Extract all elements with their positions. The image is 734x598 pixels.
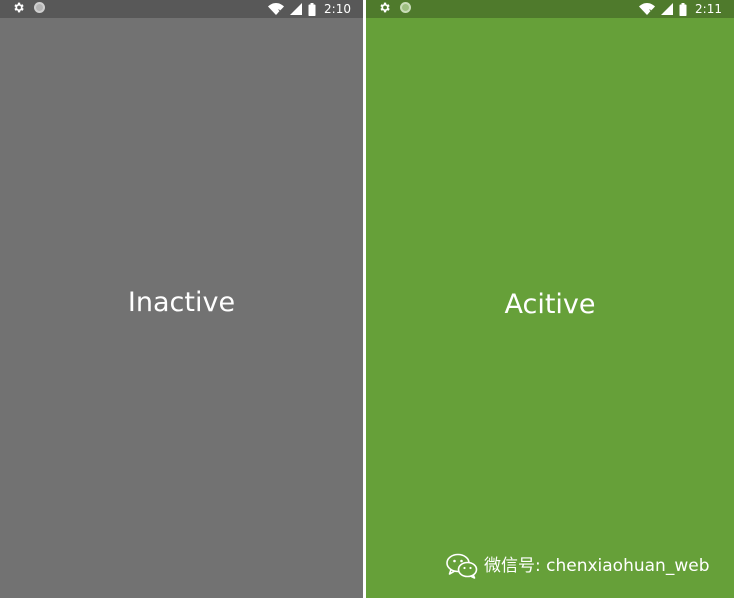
- inactive-screen: 2:10 Inactive: [0, 0, 363, 598]
- signal-icon: [290, 3, 303, 15]
- wechat-icon: [446, 553, 478, 579]
- status-bar: 2:11: [366, 0, 734, 18]
- wechat-watermark: 微信号: chenxiaohuan_web: [446, 553, 709, 579]
- state-label: Inactive: [127, 287, 236, 318]
- status-bar: 2:10: [0, 0, 363, 18]
- active-screen: 2:11 Acitive 微信号: chenxiaohuan_web: [366, 0, 734, 598]
- battery-icon: [679, 2, 687, 16]
- comparison-screenshot: 2:10 Inactive 2:11 Acitive 微信号: chenxiao…: [0, 0, 734, 598]
- status-time: 2:10: [324, 2, 351, 16]
- gear-icon: [378, 1, 391, 14]
- status-time: 2:11: [695, 2, 722, 16]
- notification-dot-icon: [33, 1, 46, 14]
- state-label: Acitive: [504, 289, 596, 320]
- signal-icon: [661, 3, 674, 15]
- gear-icon: [12, 1, 25, 14]
- notification-dot-icon: [399, 1, 412, 14]
- watermark-text: 微信号: chenxiaohuan_web: [484, 556, 710, 576]
- wifi-icon: [639, 3, 656, 15]
- wifi-icon: [268, 3, 285, 15]
- battery-icon: [308, 2, 316, 16]
